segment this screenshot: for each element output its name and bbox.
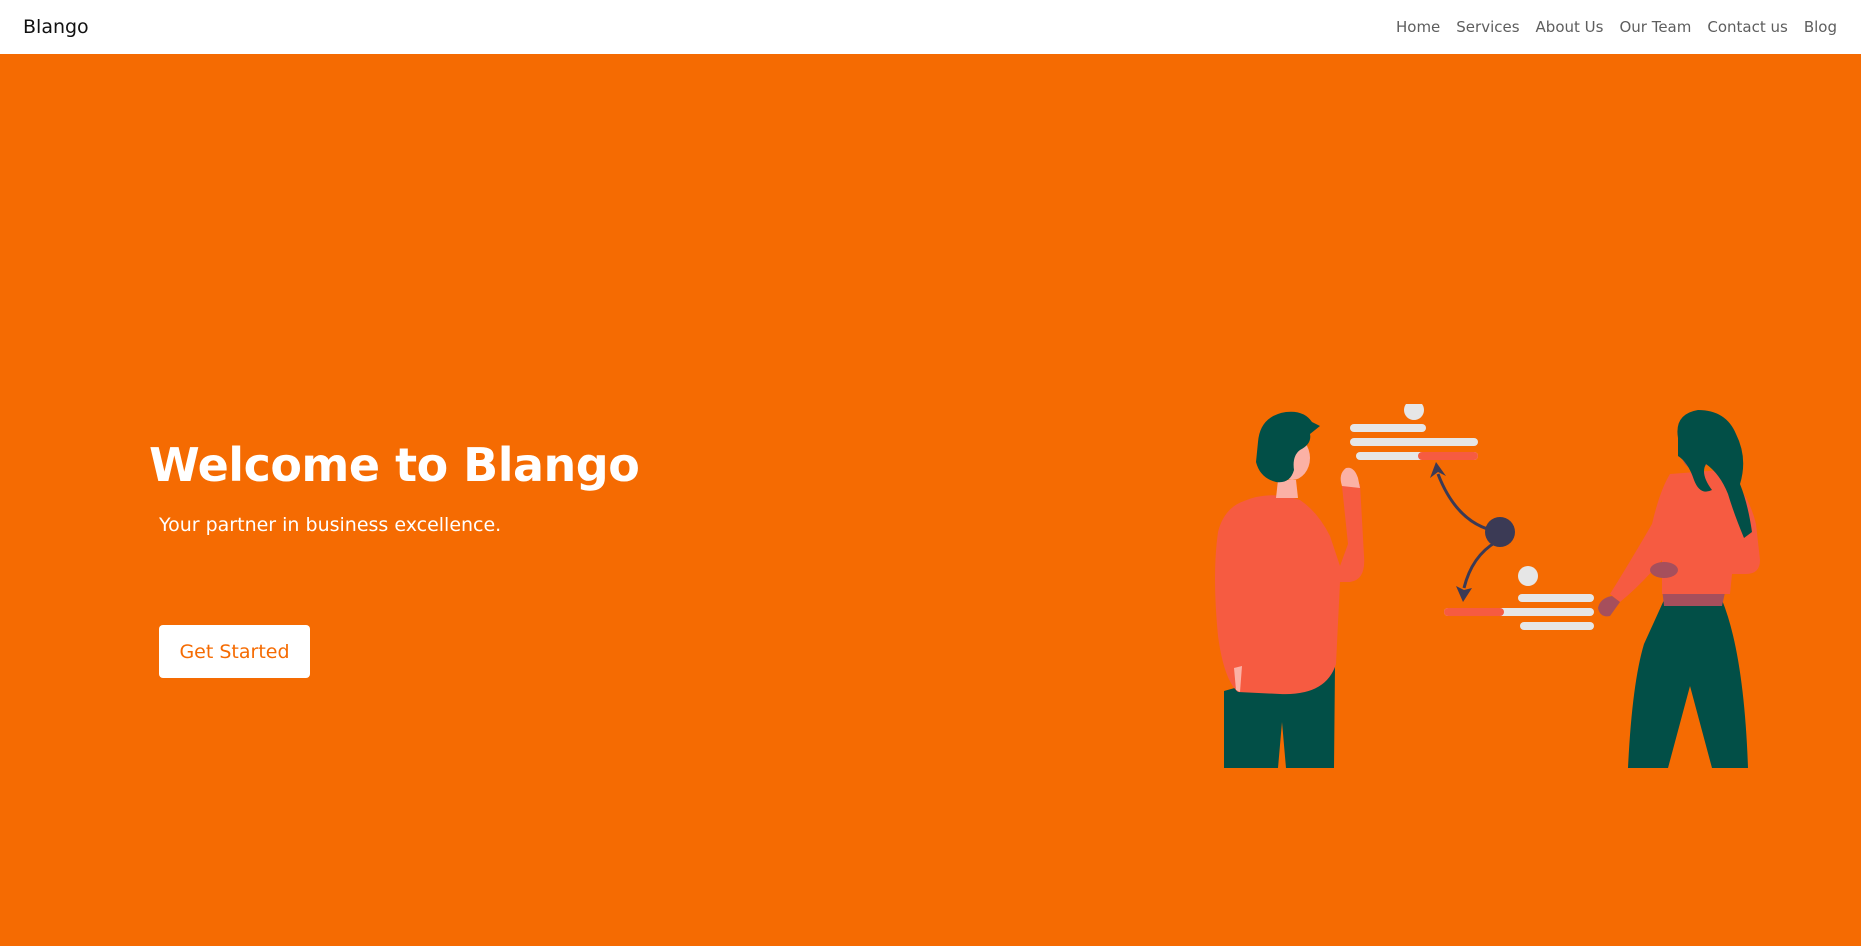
top-navbar: Blango Home Services About Us Our Team C… [0, 0, 1861, 54]
nav-link-our-team[interactable]: Our Team [1619, 18, 1691, 36]
nav-link-home[interactable]: Home [1396, 18, 1440, 36]
get-started-button[interactable]: Get Started [159, 625, 310, 678]
hero-subtitle: Your partner in business excellence. [159, 514, 502, 536]
man-figure [1215, 411, 1365, 768]
hero-title: Welcome to Blango [149, 438, 640, 492]
nav-links: Home Services About Us Our Team Contact … [1396, 18, 1837, 36]
brand-logo-link[interactable]: Blango [23, 16, 89, 38]
nav-link-about-us[interactable]: About Us [1536, 18, 1604, 36]
two-people-exchanging-data-illustration [1215, 404, 1760, 768]
hero-section: Welcome to Blango Your partner in busine… [0, 54, 1861, 946]
woman-figure [1598, 410, 1760, 768]
nav-link-blog[interactable]: Blog [1804, 18, 1837, 36]
nav-link-contact-us[interactable]: Contact us [1707, 18, 1787, 36]
nav-link-services[interactable]: Services [1456, 18, 1519, 36]
exchange-node [1430, 462, 1515, 602]
data-card-top [1350, 404, 1478, 460]
